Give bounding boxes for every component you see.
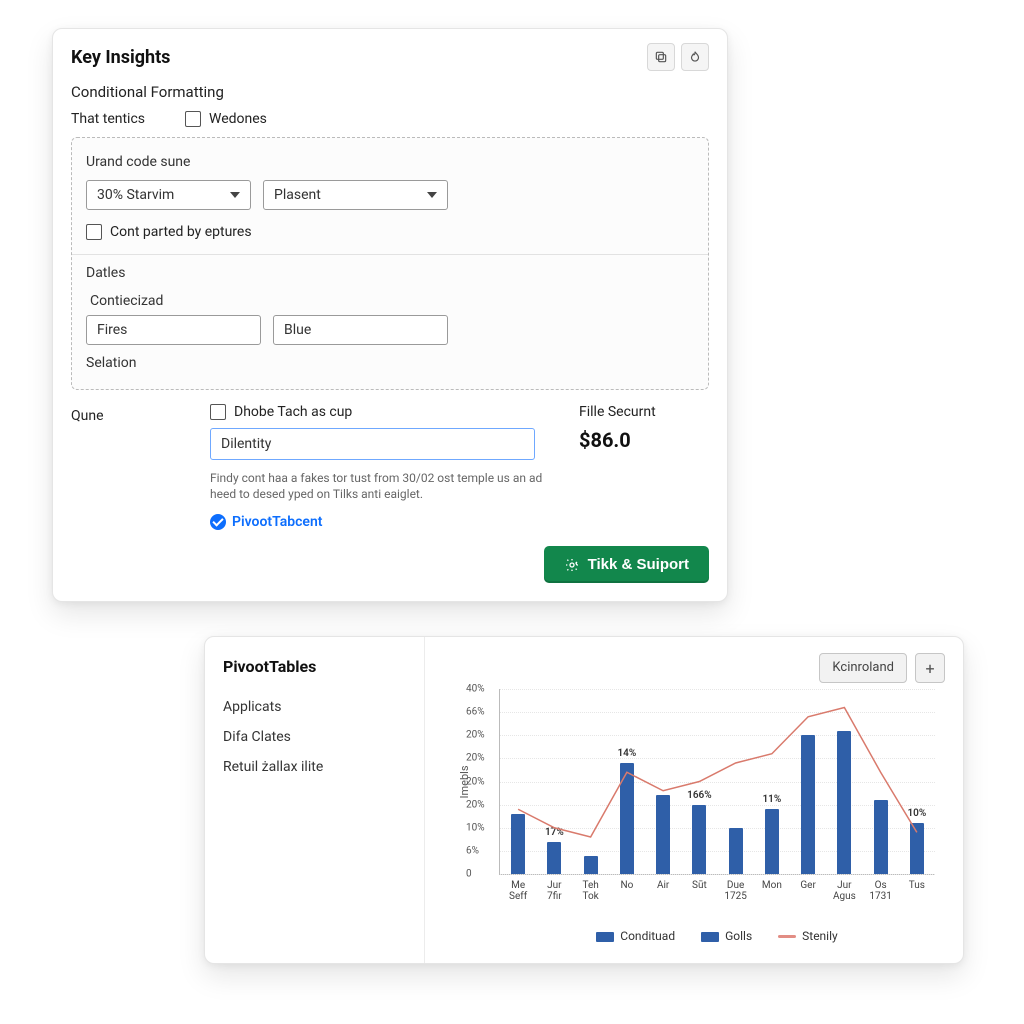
dates-heading: Datles (86, 265, 694, 281)
pivottables-sidebar: PivootTables Applicats Difa Clates Retui… (205, 637, 425, 963)
chart-bar (837, 731, 851, 874)
bar-value-label: 11% (762, 794, 781, 805)
dhobe-checkbox[interactable] (210, 404, 226, 420)
chart: 40%66%20%20%20%20%10%6%0ImeblsMe Seff17%… (443, 689, 945, 949)
dilentity-input[interactable]: Dilentity (210, 428, 535, 460)
option-b-label: Wedones (209, 111, 267, 127)
conditional-formatting-heading: Conditional Formatting (71, 83, 709, 101)
x-tick-label: Os 1731 (869, 874, 891, 902)
input-value: Fires (97, 322, 127, 338)
option-a-label: That tentics (71, 111, 145, 127)
plus-icon: + (925, 659, 934, 678)
select-value: 30% Starvim (97, 187, 174, 203)
chart-bar (729, 828, 743, 874)
x-tick-label: Sūt (692, 874, 707, 891)
cont-parted-label: Cont parted by eptures (110, 224, 252, 240)
chart-bar (511, 814, 525, 874)
dhobe-label: Dhobe Tach as cup (234, 404, 352, 420)
selation-heading: Selation (86, 355, 694, 371)
y-tick-label: 66% (466, 707, 485, 718)
key-insights-panel: Key Insights Conditional Formatting That… (52, 28, 728, 602)
sidebar-title: PivootTables (223, 657, 406, 676)
chart-bar (584, 856, 598, 875)
chevron-down-icon (230, 192, 240, 198)
sidebar-item-retuil[interactable]: Retuil żallax ilite (223, 752, 406, 782)
starvim-select[interactable]: 30% Starvim (86, 180, 251, 210)
button-label: Tikk & Suiport (588, 556, 689, 573)
price-value: $86.0 (579, 428, 709, 452)
fieldset-label: Urand code sune (86, 154, 694, 170)
bar-value-label: 17% (545, 827, 564, 838)
qune-label: Qune (71, 404, 186, 530)
panel-title: Key Insights (71, 47, 170, 68)
y-axis-label: Imebls (458, 765, 471, 798)
chart-bar (656, 795, 670, 874)
y-tick-label: 40% (466, 684, 485, 695)
chart-bar (910, 823, 924, 874)
price-label: Fille Securnt (579, 404, 709, 420)
x-tick-label: Me Seff (509, 874, 527, 902)
x-tick-label: Tus (909, 874, 925, 891)
chart-bar (620, 763, 634, 874)
x-tick-label: Due 1725 (724, 874, 746, 902)
plasent-select[interactable]: Plasent (263, 180, 448, 210)
y-tick-label: 6% (466, 845, 479, 856)
gear-icon (564, 557, 580, 573)
cont-parted-checkbox[interactable] (86, 224, 102, 240)
flame-icon[interactable] (681, 43, 709, 71)
link-label: PivootTabcent (232, 514, 322, 530)
x-tick-label: Teh Tok (582, 874, 598, 902)
tikk-support-button[interactable]: Tikk & Suiport (544, 546, 709, 583)
chart-bar (765, 809, 779, 874)
chart-bar (692, 805, 706, 874)
chevron-down-icon (427, 192, 437, 198)
input-value: Blue (284, 322, 311, 338)
chart-bar (547, 842, 561, 874)
copy-icon[interactable] (647, 43, 675, 71)
blue-input[interactable]: Blue (273, 315, 448, 345)
x-tick-label: Jur Agus (833, 874, 856, 902)
legend-item: Condituad (596, 929, 675, 943)
bar-value-label: 10% (907, 808, 926, 819)
x-tick-label: Air (657, 874, 669, 891)
y-tick-label: 0 (466, 869, 472, 880)
check-circle-icon (210, 514, 226, 530)
legend-item: Stenily (778, 929, 838, 943)
kcinroland-button[interactable]: Kcinroland (819, 653, 907, 683)
sidebar-item-difa-clates[interactable]: Difa Clates (223, 722, 406, 752)
pivottabcent-link[interactable]: PivootTabcent (210, 514, 555, 530)
add-button[interactable]: + (915, 653, 945, 683)
x-tick-label: Jur 7fir (547, 874, 562, 902)
y-tick-label: 20% (466, 730, 485, 741)
bar-value-label: 14% (617, 748, 636, 759)
contiecizad-label: Contiecizad (86, 293, 694, 309)
y-tick-label: 20% (466, 753, 485, 764)
legend-item: Golls (701, 929, 752, 943)
x-tick-label: No (620, 874, 633, 891)
config-fieldset: Urand code sune 30% Starvim Plasent Cont… (71, 137, 709, 390)
input-value: Dilentity (221, 436, 271, 452)
select-value: Plasent (274, 187, 321, 203)
y-tick-label: 10% (466, 822, 485, 833)
bar-value-label: 166% (687, 790, 712, 801)
wedones-checkbox[interactable] (185, 111, 201, 127)
y-tick-label: 20% (466, 799, 485, 810)
pivottables-panel: PivootTables Applicats Difa Clates Retui… (204, 636, 964, 964)
x-tick-label: Mon (762, 874, 782, 891)
fires-input[interactable]: Fires (86, 315, 261, 345)
sidebar-item-applicats[interactable]: Applicats (223, 692, 406, 722)
x-tick-label: Ger (800, 874, 816, 891)
panel1-header: Key Insights (53, 29, 727, 79)
chart-bar (801, 735, 815, 874)
help-text: Findy cont haa a fakes tor tust from 30/… (210, 470, 550, 502)
chart-bar (874, 800, 888, 874)
